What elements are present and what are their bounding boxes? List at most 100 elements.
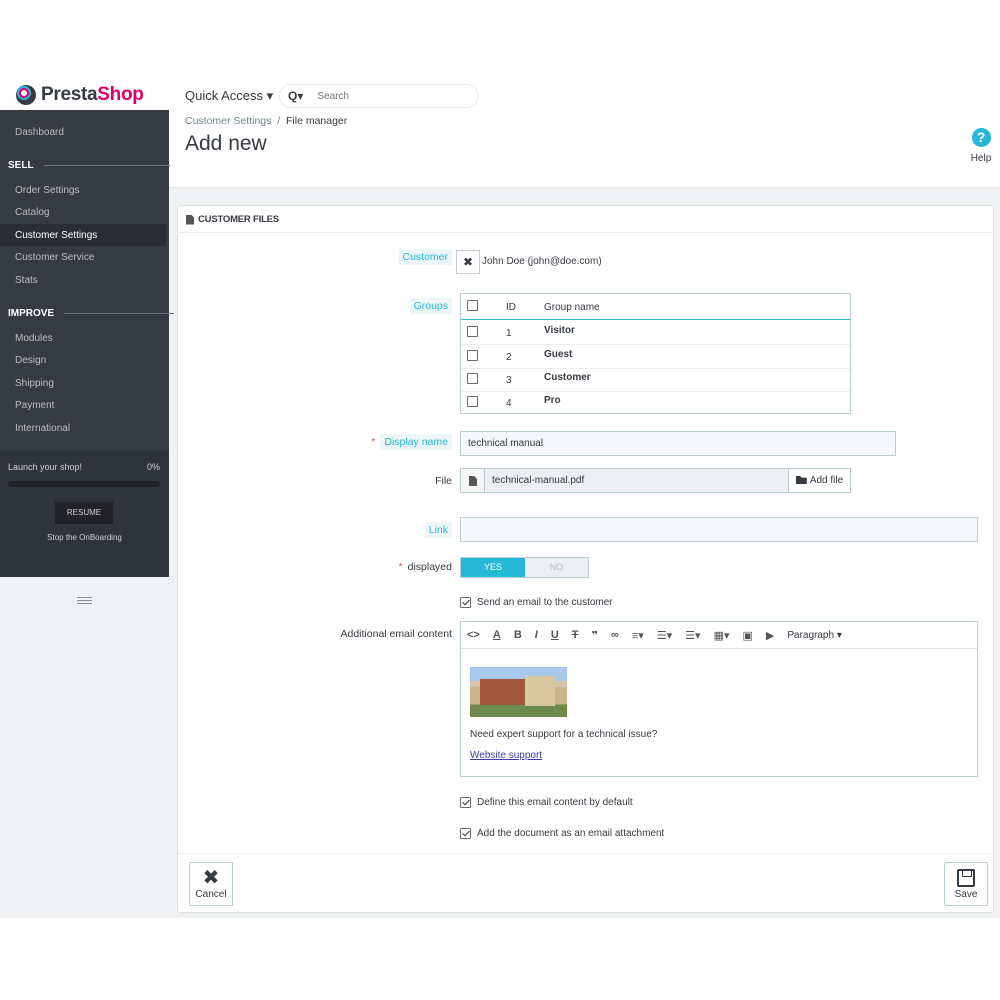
paragraph-format-dropdown[interactable]: Paragraph ▾	[787, 630, 842, 641]
cancel-button[interactable]: ✖ Cancel	[189, 862, 233, 906]
display-name-input[interactable]: technical manual	[460, 431, 896, 456]
toggle-yes[interactable]: YES	[461, 558, 525, 577]
breadcrumb-parent[interactable]: Customer Settings	[185, 115, 271, 127]
groups-col-name: Group name	[544, 302, 600, 313]
send-email-checkbox[interactable]	[460, 597, 471, 608]
sidebar-item-customer-settings[interactable]: Customer Settings	[15, 230, 97, 241]
strikethrough-icon[interactable]: T	[572, 629, 579, 641]
search-input[interactable]	[317, 90, 458, 102]
table-icon[interactable]: ▦▾	[714, 629, 730, 642]
editor-toolbar: <> A B I U T ❞ ∞ ≡▾ ☰▾ ☰▾ ▦▾ ▣ ▶ Paragra…	[461, 622, 977, 649]
groups-label: Groups	[409, 298, 452, 314]
display-name-label: * Display name	[371, 434, 452, 450]
page-title: Add new	[185, 132, 267, 155]
toggle-no[interactable]: NO	[525, 558, 588, 577]
table-row: 4 Pro	[461, 391, 850, 415]
send-email-option[interactable]: Send an email to the customer	[460, 597, 613, 608]
onboarding-percent: 0%	[146, 462, 160, 472]
resume-button[interactable]: RESUME	[55, 502, 113, 524]
search-box[interactable]: Q▾	[279, 84, 479, 108]
underline-icon[interactable]: U	[551, 629, 559, 641]
sidebar-item-dashboard[interactable]: Dashboard	[15, 127, 64, 138]
attach-document-option[interactable]: Add the document as an email attachment	[460, 828, 664, 839]
website-support-link[interactable]: Website support	[470, 750, 542, 761]
define-default-checkbox[interactable]	[460, 797, 471, 808]
text-color-icon[interactable]: A	[493, 629, 501, 641]
table-row: 3 Customer	[461, 368, 850, 392]
table-row: 2 Guest	[461, 345, 850, 369]
customer-value: John Doe (john@doe.com)	[482, 256, 602, 267]
image-icon[interactable]: ▣	[742, 629, 752, 642]
help-label: Help	[970, 153, 992, 164]
group-checkbox[interactable]	[467, 373, 478, 384]
file-name: technical-manual.pdf	[492, 475, 585, 486]
editor-text: Need expert support for a technical issu…	[470, 729, 658, 740]
sidebar-item-stats[interactable]: Stats	[15, 275, 38, 286]
logo-text: PrestaShop	[41, 84, 144, 105]
groups-col-id: ID	[506, 302, 516, 313]
group-checkbox[interactable]	[467, 326, 478, 337]
file-icon	[186, 214, 194, 225]
numbered-list-icon[interactable]: ☰▾	[685, 629, 700, 642]
remove-customer-icon[interactable]: ✖	[456, 250, 480, 274]
folder-open-icon	[795, 476, 807, 484]
onboarding-panel: Launch your shop! 0% RESUME Stop the OnB…	[0, 451, 169, 577]
sidebar-item-payment[interactable]: Payment	[15, 400, 54, 411]
save-icon	[957, 869, 975, 887]
panel-heading: CUSTOMER FILES	[177, 205, 994, 233]
sidebar-item-modules[interactable]: Modules	[15, 333, 53, 344]
align-icon[interactable]: ≡▾	[632, 629, 644, 642]
add-file-button[interactable]: Add file	[788, 469, 850, 492]
file-upload[interactable]: technical-manual.pdf Add file	[460, 468, 851, 493]
group-checkbox[interactable]	[467, 350, 478, 361]
save-button[interactable]: Save	[944, 862, 988, 906]
prestashop-logo-icon	[16, 85, 36, 105]
groups-table-header: ID Group name	[461, 294, 850, 320]
sidebar-item-shipping[interactable]: Shipping	[15, 378, 54, 389]
breadcrumb: Customer Settings / File manager	[185, 115, 348, 127]
additional-content-label: Additional email content	[340, 628, 453, 640]
search-icon[interactable]: Q▾	[288, 89, 303, 103]
onboarding-title: Launch your shop!	[8, 462, 83, 472]
sidebar-item-customer-service[interactable]: Customer Service	[15, 252, 94, 263]
close-icon: ✖	[202, 867, 220, 889]
sidebar-section-sell: SELL	[8, 160, 170, 171]
group-checkbox[interactable]	[467, 396, 478, 407]
sidebar-item-design[interactable]: Design	[15, 355, 46, 366]
bullet-list-icon[interactable]: ☰▾	[657, 629, 672, 642]
displayed-toggle[interactable]: YES NO	[460, 557, 589, 578]
prestashop-logo[interactable]: PrestaShop	[16, 84, 144, 106]
sidebar-item-international[interactable]: International	[15, 423, 70, 434]
top-header	[0, 78, 1000, 110]
sidebar-item-order-settings[interactable]: Order Settings	[15, 185, 79, 196]
link-icon[interactable]: ∞	[611, 629, 619, 641]
onboarding-progress-bar	[8, 481, 160, 487]
table-row: 1 Visitor	[461, 321, 850, 345]
link-input[interactable]	[460, 517, 978, 542]
sidebar-section-improve: IMPROVE	[8, 308, 175, 319]
email-content-editor[interactable]: <> A B I U T ❞ ∞ ≡▾ ☰▾ ☰▾ ▦▾ ▣ ▶ Paragra…	[460, 621, 978, 777]
quick-access-dropdown[interactable]: Quick Access ▾	[185, 88, 273, 104]
file-label: File	[435, 475, 452, 487]
source-code-icon[interactable]: <>	[467, 629, 480, 641]
link-label: Link	[424, 522, 452, 538]
building-image[interactable]	[470, 667, 567, 717]
blockquote-icon[interactable]: ❞	[592, 629, 598, 642]
panel-title: CUSTOMER FILES	[198, 214, 279, 225]
bold-icon[interactable]: B	[514, 629, 522, 641]
define-default-option[interactable]: Define this email content by default	[460, 797, 633, 808]
groups-table: ID Group name 1 Visitor 2 Guest 3 Custom…	[460, 293, 851, 414]
customer-label: Customer	[398, 249, 452, 265]
attach-document-checkbox[interactable]	[460, 828, 471, 839]
menu-collapse-icon[interactable]	[77, 595, 92, 606]
help-button[interactable]: ? Help	[966, 128, 996, 164]
help-icon: ?	[971, 128, 991, 147]
italic-icon[interactable]: I	[535, 629, 538, 641]
select-all-checkbox[interactable]	[467, 300, 478, 311]
stop-onboarding-link[interactable]: Stop the OnBoarding	[0, 533, 169, 542]
displayed-label: * displayed	[398, 561, 452, 573]
breadcrumb-current: File manager	[285, 115, 348, 127]
media-icon[interactable]: ▶	[766, 629, 774, 642]
sidebar-item-catalog[interactable]: Catalog	[15, 207, 49, 218]
file-icon	[469, 476, 477, 486]
